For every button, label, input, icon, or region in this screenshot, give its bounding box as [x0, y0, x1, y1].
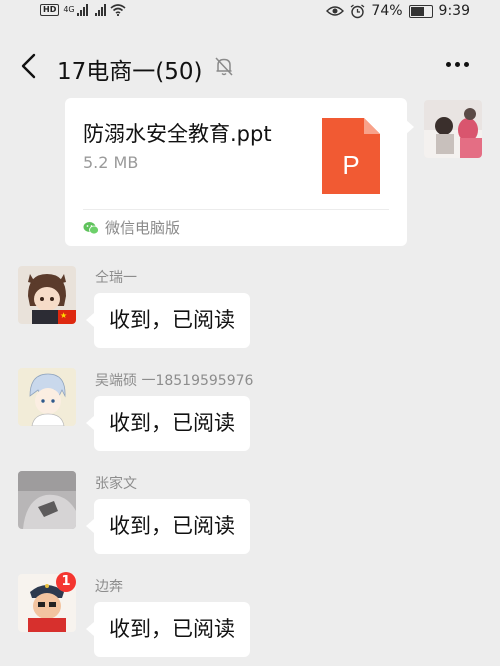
message-bubble-2[interactable]: 收到，已阅读 [86, 396, 250, 451]
file-source: 微信电脑版 [83, 217, 180, 238]
battery-percent: 74% [371, 3, 403, 19]
flag-icon: ★ [58, 310, 76, 324]
unread-badge: 1 [56, 572, 76, 592]
signal-icon-2 [94, 4, 106, 16]
message-bubble-1[interactable]: 收到，已阅读 [86, 293, 250, 348]
eye-icon [326, 6, 345, 16]
ppt-letter: P [342, 150, 359, 180]
wifi-icon [110, 4, 126, 16]
avatar-sender-3[interactable] [18, 471, 76, 529]
self-avatar[interactable] [424, 100, 482, 158]
file-message-card[interactable]: 防溺水安全教育.ppt 5.2 MB P 微信电脑版 [65, 98, 407, 246]
message-bubble-3[interactable]: 收到，已阅读 [86, 499, 250, 554]
file-source-label: 微信电脑版 [105, 219, 181, 237]
clock: 9:39 [438, 3, 470, 19]
back-arrow-icon[interactable] [18, 52, 42, 80]
sender-name-3: 张家文 [95, 476, 137, 492]
signal-icon [76, 4, 88, 16]
avatar-sender-1[interactable]: ★ [18, 266, 76, 324]
network-type: 4G [63, 5, 75, 14]
status-right: 74% 9:39 [326, 3, 470, 19]
sender-name-1: 仝瑞一 [95, 270, 137, 286]
status-bar: HD 4G 74% 9:39 [0, 0, 500, 24]
chat-title: 17电商一(50) [57, 59, 203, 85]
message-bubble-4[interactable]: 收到，已阅读 [86, 602, 250, 657]
file-size: 5.2 MB [83, 153, 139, 172]
sender-name-2: 吴端硕 一18519595976 [95, 373, 254, 389]
sender-name-4: 边奔 [95, 579, 123, 595]
file-name: 防溺水安全教育.ppt [83, 122, 272, 146]
hd-icon: HD [40, 4, 60, 16]
battery-icon [408, 4, 433, 18]
alarm-icon [351, 3, 365, 18]
mute-bell-icon [215, 57, 233, 76]
avatar-sender-2[interactable] [18, 368, 76, 426]
ppt-file-icon: P [322, 118, 380, 194]
divider [83, 209, 389, 210]
wechat-pc-icon [83, 221, 99, 234]
more-options-icon[interactable] [446, 62, 469, 67]
chat-header: 17电商一(50) [0, 40, 500, 94]
status-left: HD 4G [40, 4, 126, 16]
